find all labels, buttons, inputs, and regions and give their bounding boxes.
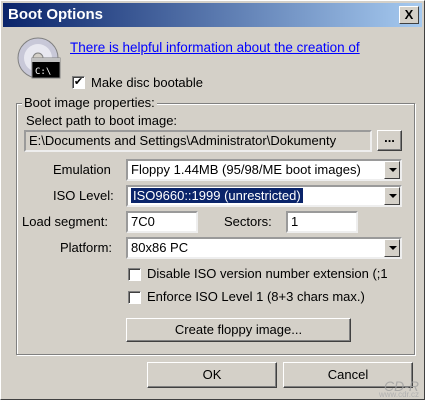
chevron-down-icon[interactable] xyxy=(384,161,400,179)
iso-level-select[interactable]: ISO9660::1999 (unrestricted) xyxy=(126,185,402,207)
close-button[interactable]: X xyxy=(399,6,419,24)
create-floppy-image-button[interactable]: Create floppy image... xyxy=(126,318,351,342)
emulation-select[interactable]: Floppy 1.44MB (95/98/ME boot images) xyxy=(126,159,402,181)
boot-image-path-field[interactable]: E:\Documents and Settings\Administrator\… xyxy=(24,130,372,152)
chevron-down-icon[interactable] xyxy=(384,239,400,257)
ok-button[interactable]: OK xyxy=(147,362,277,388)
help-link[interactable]: There is helpful information about the c… xyxy=(70,40,360,55)
window-title: Boot Options xyxy=(8,6,103,23)
group-title: Boot image properties: xyxy=(22,95,157,110)
sectors-field[interactable]: 1 xyxy=(286,211,358,233)
load-segment-label: Load segment: xyxy=(22,214,109,229)
title-bar[interactable]: Boot Options X xyxy=(3,3,422,27)
make-bootable-checkbox[interactable]: ✔ xyxy=(72,76,85,89)
emulation-value: Floppy 1.44MB (95/98/ME boot images) xyxy=(131,162,361,177)
svg-text:C:\: C:\ xyxy=(35,67,51,77)
iso-level-value: ISO9660::1999 (unrestricted) xyxy=(131,188,303,203)
close-icon: X xyxy=(404,7,414,22)
iso-level-label: ISO Level: xyxy=(53,188,114,203)
platform-select[interactable]: 80x86 PC xyxy=(126,237,402,259)
sectors-label: Sectors: xyxy=(224,214,272,229)
path-label: Select path to boot image: xyxy=(26,113,178,128)
enforce-iso-level-label: Enforce ISO Level 1 (8+3 chars max.) xyxy=(147,289,365,304)
browse-button[interactable]: ... xyxy=(377,130,402,151)
disable-iso-version-label: Disable ISO version number extension (;1 xyxy=(147,266,388,281)
disable-iso-version-checkbox[interactable] xyxy=(128,268,141,281)
cd-command-prompt-icon: C:\ xyxy=(17,37,61,79)
chevron-down-icon[interactable] xyxy=(384,187,400,205)
emulation-label: Emulation xyxy=(53,162,111,177)
make-bootable-label: Make disc bootable xyxy=(91,75,204,90)
platform-value: 80x86 PC xyxy=(131,240,189,255)
platform-label: Platform: xyxy=(60,240,113,255)
load-segment-field[interactable]: 7C0 xyxy=(126,211,198,233)
watermark-site: www.cdr.cz xyxy=(378,390,419,399)
enforce-iso-level-checkbox[interactable] xyxy=(128,291,141,304)
